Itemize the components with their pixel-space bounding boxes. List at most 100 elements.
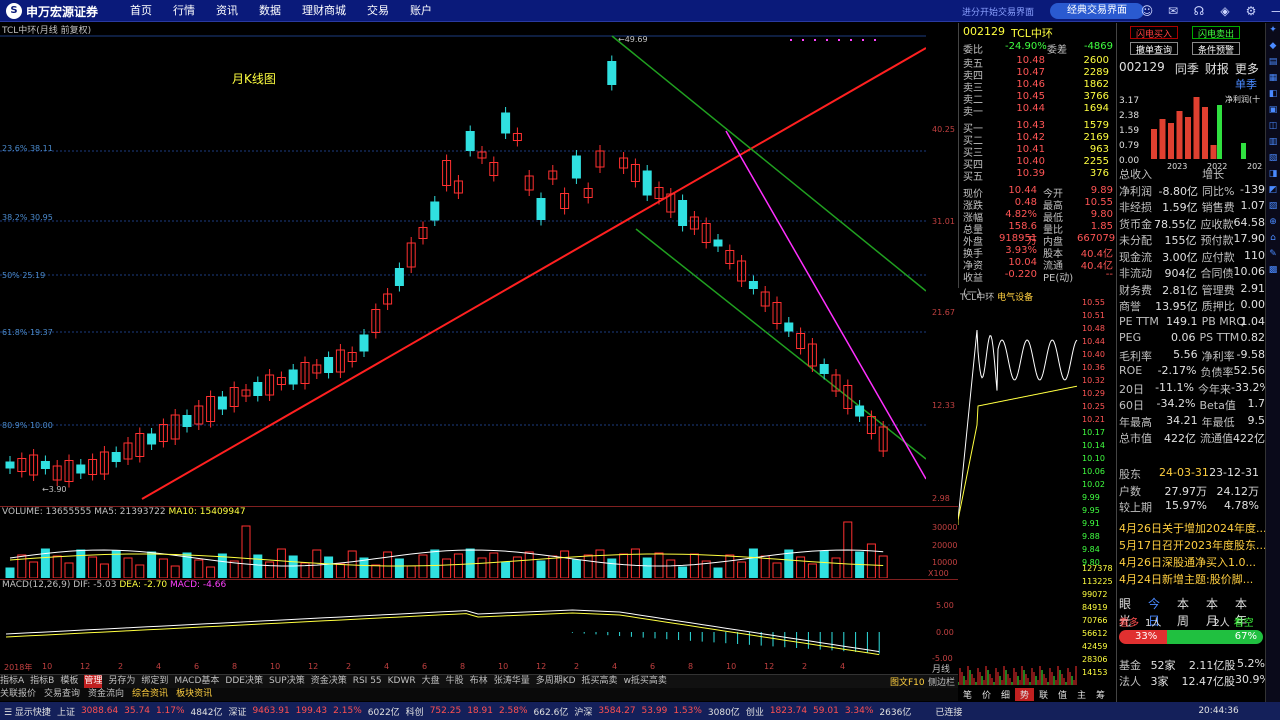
indicator-tab[interactable]: 布林 xyxy=(470,675,488,688)
tool-icon-2[interactable]: ◆ xyxy=(1267,41,1279,55)
right-tab[interactable]: 势 xyxy=(1015,688,1034,701)
tool-icon-16[interactable]: ▩ xyxy=(1267,265,1279,279)
trend-line-magenta[interactable] xyxy=(725,130,926,480)
fin-value-2: 64.58 xyxy=(1233,215,1266,229)
intraday-vol-tick: 28306 xyxy=(1082,655,1108,664)
indicator-tab[interactable]: 资金决策 xyxy=(311,675,347,688)
time-tick: 8 xyxy=(688,662,694,671)
news-item[interactable]: 4月24日新增主题:股价脚... xyxy=(1119,571,1265,587)
intraday-vol-tick: 127378 xyxy=(1082,564,1113,573)
sidebar-tab[interactable]: 侧边栏 xyxy=(928,675,955,688)
stat-value-2: 9.89 xyxy=(1090,185,1113,196)
volume-bar xyxy=(52,555,62,578)
bid-volume: 1579 xyxy=(1083,120,1109,131)
nav-trade[interactable]: 交易 xyxy=(367,0,389,22)
minimize-icon[interactable]: — xyxy=(1266,3,1280,19)
nav-home[interactable]: 首页 xyxy=(130,0,152,22)
nav-news[interactable]: 资讯 xyxy=(216,0,238,22)
tool-icon-11[interactable]: ◩ xyxy=(1267,185,1279,199)
tool-icon-14[interactable]: ⌂ xyxy=(1267,233,1279,247)
profit-bar xyxy=(1151,129,1157,159)
indicator-tab[interactable]: KDWR xyxy=(388,675,416,688)
fin-season-tab[interactable]: 单季 xyxy=(1235,76,1257,92)
indicator-tab[interactable]: 指标A xyxy=(0,675,24,688)
right-tab[interactable]: 联 xyxy=(1034,688,1053,701)
indicator-tab[interactable]: SUP决策 xyxy=(269,675,305,688)
nav-wealth-mall[interactable]: 理财商城 xyxy=(302,0,346,22)
time-tick: 10 xyxy=(726,662,737,671)
tool-icon-6[interactable]: ▣ xyxy=(1267,105,1279,119)
tool-icon-5[interactable]: ◧ xyxy=(1267,89,1279,103)
indicator-tab[interactable]: 指标B xyxy=(30,675,54,688)
tool-icon-15[interactable]: ✎ xyxy=(1267,249,1279,263)
indicator-tab[interactable]: MACD基本 xyxy=(174,675,219,688)
tool-icon-13[interactable]: ⊕ xyxy=(1267,217,1279,231)
indicator-tab[interactable]: 绑定到 xyxy=(141,675,168,688)
right-tab[interactable]: 细 xyxy=(996,688,1015,701)
fin-tab-more[interactable]: 更多 xyxy=(1235,60,1259,77)
time-tick: 2 xyxy=(574,662,580,671)
bottom-tab[interactable]: 板块资讯 xyxy=(176,688,212,701)
news-item[interactable]: 5月17日召开2023年度股东... xyxy=(1119,537,1265,553)
quick-menu-button[interactable]: ☰ 显示快捷 xyxy=(4,705,51,718)
macd-chart[interactable] xyxy=(0,590,926,662)
fund-shares: 12.47亿股 xyxy=(1181,675,1235,688)
fin-tab-season[interactable]: 同季 xyxy=(1175,60,1199,77)
tool-icon-10[interactable]: ◨ xyxy=(1267,169,1279,183)
nav-market[interactable]: 行情 xyxy=(173,0,195,22)
f10-tab[interactable]: 图文F10 xyxy=(890,675,925,688)
message-icon[interactable]: ✉ xyxy=(1162,3,1184,19)
indicator-tab[interactable]: 多周期KD xyxy=(536,675,576,688)
settings-icon[interactable]: ⚙ xyxy=(1240,3,1262,19)
indicator-tab[interactable]: 牛股 xyxy=(446,675,464,688)
volume-bar xyxy=(772,562,782,578)
indicator-tab[interactable]: DDE决策 xyxy=(225,675,263,688)
bottom-tab[interactable]: 关联报价 xyxy=(0,688,36,701)
tool-icon-7[interactable]: ◫ xyxy=(1267,121,1279,135)
classic-trade-button[interactable]: 经典交易界面 xyxy=(1050,3,1144,19)
indicator-tab[interactable]: 抵买高卖 xyxy=(582,675,618,688)
user-icon[interactable]: ☺ xyxy=(1136,3,1158,19)
vol-axis-3: 10000 xyxy=(932,558,958,567)
tool-icon-1[interactable]: ✦ xyxy=(1267,25,1279,39)
indicator-tab[interactable]: 大盘 xyxy=(422,675,440,688)
bottom-tab[interactable]: 资金流向 xyxy=(88,688,124,701)
indicator-tab[interactable]: 张涛华量 xyxy=(494,675,530,688)
volume-chart[interactable] xyxy=(0,518,926,578)
fin-label-2: 流通值 xyxy=(1200,432,1233,445)
news-item[interactable]: 4月26日关于增加2024年度... xyxy=(1119,520,1265,536)
indicator-tab[interactable]: 模板 xyxy=(60,675,78,688)
right-tab[interactable]: 筹 xyxy=(1091,688,1110,701)
intraday-chart[interactable] xyxy=(958,300,1080,685)
profit-axis-tick: 0.00 xyxy=(1119,156,1139,166)
tool-icon-12[interactable]: ▨ xyxy=(1267,201,1279,215)
fin-tab-report[interactable]: 财报 xyxy=(1205,60,1229,77)
right-tab[interactable]: 值 xyxy=(1053,688,1072,701)
bottom-tab[interactable]: 综合资讯 xyxy=(132,688,168,701)
volume-bar xyxy=(666,559,676,578)
tool-icon-8[interactable]: ▥ xyxy=(1267,137,1279,151)
indicator-tab[interactable]: RSI 55 xyxy=(353,675,382,688)
nav-data[interactable]: 数据 xyxy=(259,0,281,22)
news-item[interactable]: 4月26日深股通净买入1.0... xyxy=(1119,554,1265,570)
bottom-tab[interactable]: 交易查询 xyxy=(44,688,80,701)
kline-chart[interactable] xyxy=(0,33,926,503)
vote-bar[interactable]: 33% 67% xyxy=(1119,630,1263,644)
tool-icon-9[interactable]: ▧ xyxy=(1267,153,1279,167)
indicator-tab[interactable]: 管理 xyxy=(84,675,103,688)
volume-bar xyxy=(76,549,86,578)
right-tab[interactable]: 主 xyxy=(1072,688,1091,701)
right-tab[interactable]: 笔 xyxy=(958,688,977,701)
headset-icon[interactable]: ☊ xyxy=(1188,3,1210,19)
indicator-tab[interactable]: 另存为 xyxy=(108,675,135,688)
volume-bar xyxy=(170,565,180,578)
skin-icon[interactable]: ◈ xyxy=(1214,3,1236,19)
volume-bar xyxy=(453,553,463,578)
nav-account[interactable]: 账户 xyxy=(410,0,432,22)
tool-icon-4[interactable]: ▦ xyxy=(1267,73,1279,87)
right-tab[interactable]: 价 xyxy=(977,688,996,701)
fin-value-2: -33.2% xyxy=(1231,380,1265,394)
indicator-tab[interactable]: w抵买高卖 xyxy=(624,675,667,688)
tool-icon-3[interactable]: ▤ xyxy=(1267,57,1279,71)
bid-price: 10.42 xyxy=(1016,132,1045,143)
